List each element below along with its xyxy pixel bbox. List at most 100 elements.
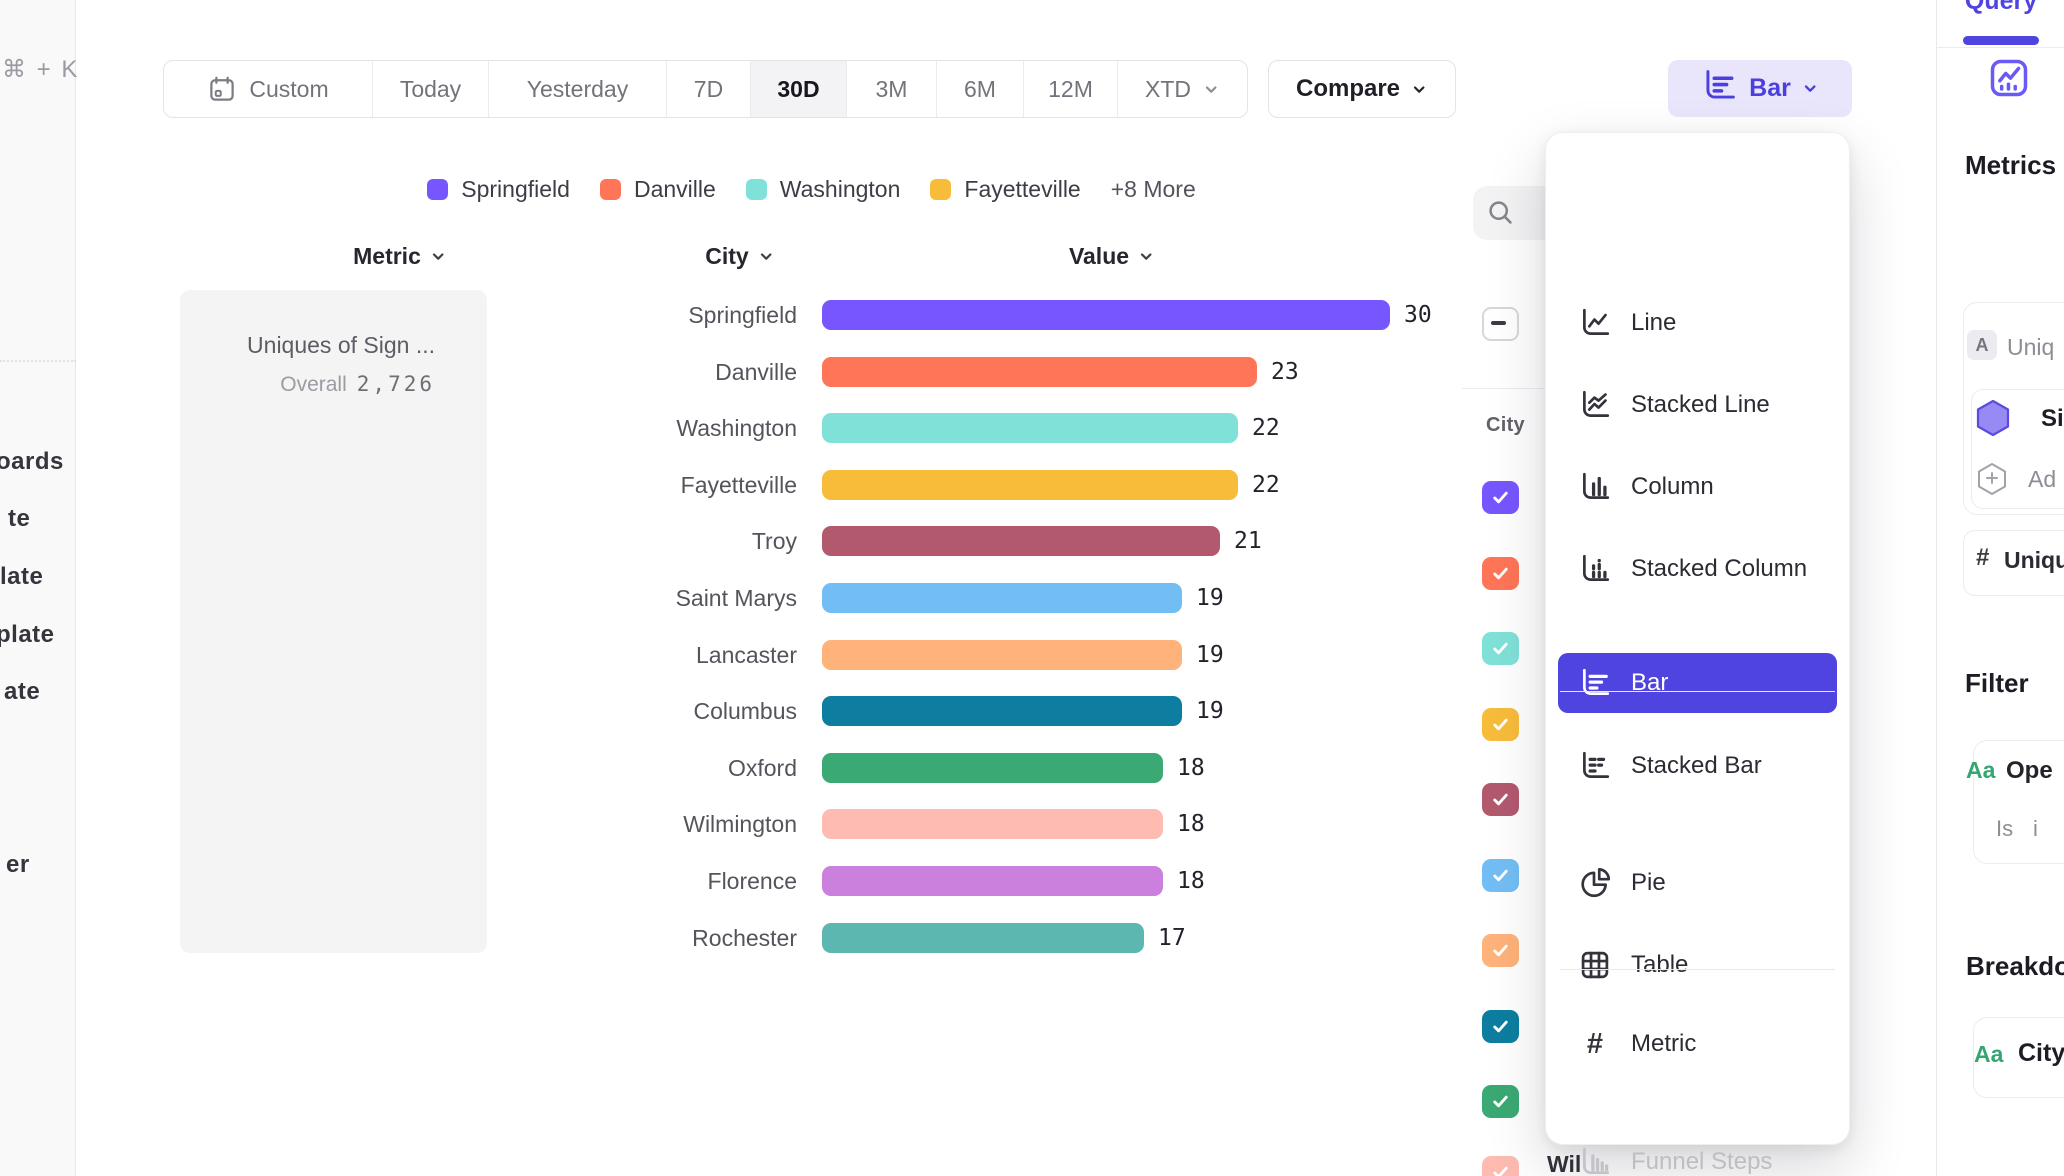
sidebar-item-partial[interactable]: er <box>6 851 30 879</box>
bar-category-label: Florence <box>540 866 797 896</box>
line-chart-icon <box>1578 306 1612 340</box>
city-checkbox-1[interactable] <box>1482 481 1519 514</box>
metric-card[interactable]: Uniques of Sign ... Overall 2,726 <box>180 290 487 953</box>
overall-value: 2,726 <box>357 372 435 396</box>
bar-value-label: 19 <box>1196 696 1224 726</box>
bar-springfield <box>822 300 1390 330</box>
tab-query[interactable]: Query <box>1937 0 2064 16</box>
range-yesterday[interactable]: Yesterday <box>488 61 666 117</box>
filter-property-label: Ope <box>2006 757 2053 785</box>
bar-rochester <box>822 923 1144 953</box>
bar-troy <box>822 526 1220 556</box>
range-30d[interactable]: 30D <box>750 61 846 117</box>
chart-legend: Springfield Danville Washington Fayettevill… <box>163 176 1460 203</box>
range-3m[interactable]: 3M <box>846 61 936 117</box>
chart-type-button[interactable]: Bar <box>1668 60 1852 117</box>
column-header-value[interactable]: Value <box>1002 243 1222 270</box>
menu-item-label: Line <box>1631 309 1676 337</box>
legend-more[interactable]: +8 More <box>1111 176 1196 203</box>
metric-card-overall: Overall 2,726 <box>180 372 435 397</box>
legend-item-fayetteville[interactable]: Fayetteville <box>930 176 1080 203</box>
sidebar-item-partial[interactable]: te <box>8 505 30 533</box>
city-checkbox-3[interactable] <box>1482 632 1519 665</box>
insights-chart-icon[interactable] <box>1987 56 2031 100</box>
command-k-shortcut[interactable]: ⌘ + K <box>2 55 79 84</box>
city-checkbox-10[interactable] <box>1482 1156 1519 1176</box>
picker-group-label: City <box>1486 414 1525 437</box>
bar-category-label: Saint Marys <box>540 583 797 613</box>
query-panel: Query Metrics A Uniq Sig Ad # Uniqu Filt… <box>1936 0 2064 1176</box>
legend-label: Springfield <box>461 176 570 203</box>
funnel-chart-icon <box>1578 1145 1612 1176</box>
string-property-icon: Aa <box>1966 757 1995 784</box>
city-checkbox-8[interactable] <box>1482 1010 1519 1043</box>
bar-category-label: Rochester <box>540 923 797 953</box>
overall-label: Overall <box>280 373 347 396</box>
bar-category-label: Lancaster <box>540 640 797 670</box>
menu-item-funnel-steps: Funnel Steps <box>1558 1132 1837 1176</box>
menu-item-pie[interactable]: Pie <box>1558 853 1837 913</box>
sidebar-item-partial[interactable]: ate <box>4 678 40 706</box>
breakdown-property-label: City <box>2018 1039 2064 1068</box>
menu-item-line[interactable]: Line <box>1558 293 1837 353</box>
range-today[interactable]: Today <box>372 61 488 117</box>
bar-category-label: Washington <box>540 413 797 443</box>
pie-chart-icon <box>1578 866 1612 900</box>
sidebar-item-partial[interactable]: oards <box>0 448 64 476</box>
column-header-city[interactable]: City <box>630 243 850 270</box>
menu-item-stacked-column[interactable]: Stacked Column <box>1558 539 1837 599</box>
city-checkbox-5[interactable] <box>1482 783 1519 816</box>
bar-category-label: Danville <box>540 357 797 387</box>
range-custom[interactable]: Custom <box>164 61 372 117</box>
sidebar-item-partial[interactable]: plate <box>0 621 55 649</box>
compare-button[interactable]: Compare <box>1268 60 1456 118</box>
menu-item-label: Table <box>1631 951 1688 979</box>
chevron-down-icon <box>1138 248 1155 265</box>
menu-item-column[interactable]: Column <box>1558 457 1837 517</box>
legend-item-danville[interactable]: Danville <box>600 176 716 203</box>
compare-label: Compare <box>1296 75 1400 103</box>
check-icon <box>1489 939 1512 962</box>
bar-wilmington <box>822 809 1163 839</box>
check-icon <box>1489 788 1512 811</box>
city-checkbox-9[interactable] <box>1482 1085 1519 1118</box>
metric-card-title: Uniques of Sign ... <box>180 332 435 359</box>
event-hexagon-icon <box>1975 399 2011 437</box>
range-xtd[interactable]: XTD <box>1117 61 1247 117</box>
menu-item-metric[interactable]: #Metric <box>1558 1014 1837 1074</box>
bar-category-label: Oxford <box>540 753 797 783</box>
menu-item-bar[interactable]: Bar <box>1558 653 1837 713</box>
event-letter-badge: A <box>1967 330 1997 360</box>
filter-operator-label: Is <box>1996 816 2013 842</box>
range-6m[interactable]: 6M <box>936 61 1023 117</box>
bar-lancaster <box>822 640 1182 670</box>
bar-chart-icon <box>1578 666 1612 700</box>
hash-icon: # <box>1976 544 1989 572</box>
tab-divider <box>1937 47 2064 48</box>
column-chart-icon <box>1578 470 1612 504</box>
bar-value-label: 22 <box>1252 470 1280 500</box>
metric-header-label: Metric <box>353 243 421 270</box>
menu-item-table[interactable]: Table <box>1558 935 1837 995</box>
table-chart-icon <box>1578 948 1612 982</box>
bar-category-label: Troy <box>540 526 797 556</box>
event-row-label: Sig <box>2041 405 2064 433</box>
city-checkbox-7[interactable] <box>1482 934 1519 967</box>
select-all-checkbox-indeterminate[interactable] <box>1482 307 1519 341</box>
sidebar-item-partial[interactable]: late <box>0 563 43 591</box>
range-7d[interactable]: 7D <box>666 61 750 117</box>
legend-item-washington[interactable]: Washington <box>746 176 901 203</box>
chevron-down-icon <box>1802 80 1819 97</box>
city-checkbox-6[interactable] <box>1482 859 1519 892</box>
bar-value-label: 19 <box>1196 640 1224 670</box>
city-checkbox-2[interactable] <box>1482 557 1519 590</box>
city-checkbox-4[interactable] <box>1482 708 1519 741</box>
column-header-metric[interactable]: Metric <box>290 243 510 270</box>
range-12m[interactable]: 12M <box>1023 61 1117 117</box>
menu-item-stacked-bar[interactable]: Stacked Bar <box>1558 736 1837 796</box>
menu-divider <box>1560 969 1835 970</box>
bar-value-label: 30 <box>1404 300 1432 330</box>
legend-item-springfield[interactable]: Springfield <box>427 176 570 203</box>
menu-item-stacked-line[interactable]: Stacked Line <box>1558 375 1837 435</box>
bar-chart-icon <box>1701 67 1738 111</box>
